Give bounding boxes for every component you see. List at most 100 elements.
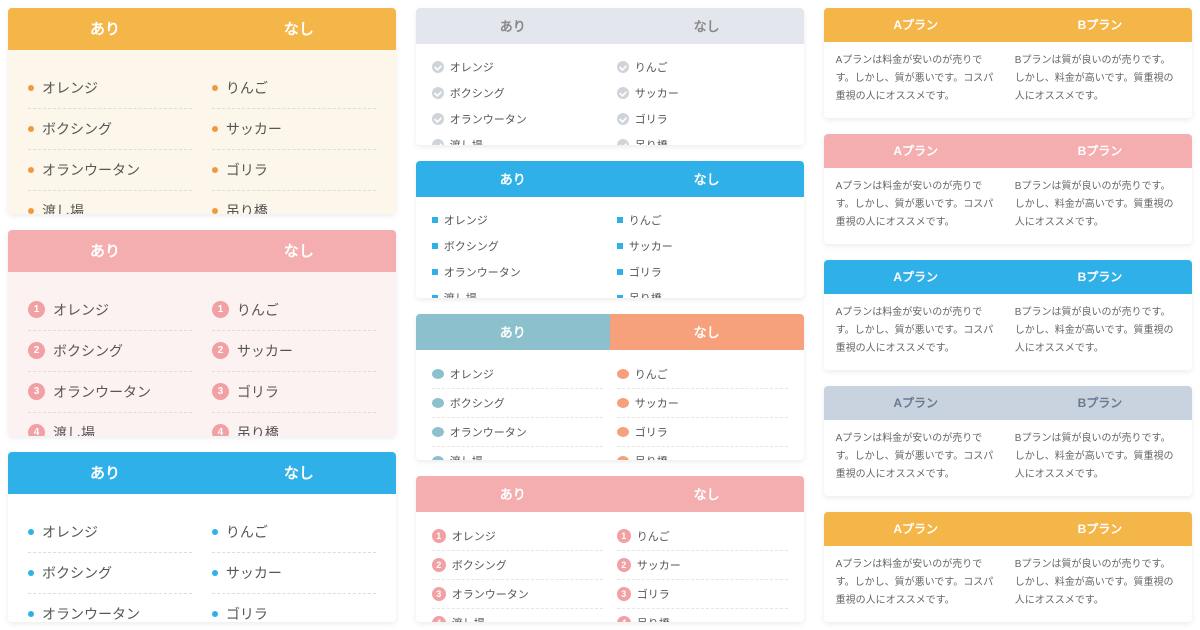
list-item-label: 吊り橋 <box>226 201 268 214</box>
plan-card-bluegray: AプランBプラン Aプランは料金が安いのが売りです。しかし、質が悪いです。コスパ… <box>824 386 1192 496</box>
col-header-ari: あり <box>416 161 610 197</box>
bullet-icon <box>212 85 218 91</box>
bubble-icon <box>432 427 444 437</box>
plan-header-b: Bプラン <box>1008 386 1192 420</box>
number-icon: 4 <box>432 616 446 622</box>
number-icon: 4 <box>212 424 229 435</box>
col-header-ari: あり <box>8 230 202 272</box>
col-header-ari: あり <box>416 8 610 44</box>
list-item-label: 吊り橋 <box>635 137 668 145</box>
list-item-label: オランウータン <box>444 264 521 280</box>
plan-header-a: Aプラン <box>824 260 1008 294</box>
col-header-nashi: なし <box>610 8 804 44</box>
col-header-nashi: なし <box>202 230 396 272</box>
col-header-ari: あり <box>8 8 202 50</box>
plan-text-b: Bプランは質が良いのが売りです。しかし、料金が高いです。質重視の人にオススメです… <box>1015 304 1180 358</box>
bubble-icon <box>617 398 629 408</box>
number-icon: 3 <box>212 383 229 400</box>
list-item-label: サッカー <box>635 85 679 101</box>
plan-header-a: Aプラン <box>824 134 1008 168</box>
list-item-label: サッカー <box>226 563 282 583</box>
list-item-label: オレンジ <box>42 522 98 542</box>
list-card-blue: あり なし オレンジ ボクシング オランウータン りんご サッカー ゴリラ <box>8 452 396 622</box>
plan-text-b: Bプランは質が良いのが売りです。しかし、料金が高いです。質重視の人にオススメです… <box>1015 556 1180 610</box>
square-icon <box>617 269 623 275</box>
plan-text-a: Aプランは料金が安いのが売りです。しかし、質が悪いです。コスパ重視の人にオススメ… <box>836 556 1001 610</box>
number-icon: 3 <box>432 587 446 601</box>
bubble-icon <box>432 456 444 460</box>
col-header-nashi: なし <box>610 314 804 350</box>
bullet-icon <box>28 611 34 617</box>
list-item-label: サッカー <box>637 557 681 573</box>
list-item-label: 渡し場 <box>450 137 483 145</box>
col-header-nashi: なし <box>202 8 396 50</box>
plan-header-b: Bプラン <box>1008 134 1192 168</box>
list-left: オレンジ ボクシング オランウータン 渡し場 <box>432 360 603 460</box>
list-item-label: ゴリラ <box>635 424 668 440</box>
plan-header-b: Bプラン <box>1008 260 1192 294</box>
plan-text-b: Bプランは質が良いのが売りです。しかし、料金が高いです。質重視の人にオススメです… <box>1015 52 1180 106</box>
list-left: オレンジ ボクシング オランウータン 渡し場 <box>28 68 192 214</box>
col-header-nashi: なし <box>202 452 396 494</box>
number-icon: 2 <box>28 342 45 359</box>
list-item-label: りんご <box>226 78 268 98</box>
bullet-icon <box>28 85 34 91</box>
plan-header-a: Aプラン <box>824 8 1008 42</box>
square-icon <box>432 217 438 223</box>
list-item-label: ゴリラ <box>237 382 279 402</box>
list-item-label: 吊り橋 <box>629 290 662 298</box>
list-left: オレンジ ボクシング オランウータン 渡し場 <box>432 54 603 145</box>
list-item-label: ゴリラ <box>629 264 662 280</box>
list-right: りんご サッカー ゴリラ 吊り橋 <box>617 360 788 460</box>
list-item-label: りんご <box>629 212 662 228</box>
square-icon <box>432 269 438 275</box>
plan-text-b: Bプランは質が良いのが売りです。しかし、料金が高いです。質重視の人にオススメです… <box>1015 178 1180 232</box>
list-item-label: りんご <box>237 300 279 320</box>
check-icon <box>432 139 444 145</box>
check-icon <box>432 87 444 99</box>
list-right: 1りんご 2サッカー 3ゴリラ 4吊り橋 <box>212 290 376 436</box>
list-left: オレンジ ボクシング オランウータン <box>28 512 192 622</box>
col-header-ari: あり <box>416 314 610 350</box>
bubble-icon <box>617 456 629 460</box>
list-left: 1オレンジ 2ボクシング 3オランウータン 4渡し場 <box>432 522 603 622</box>
plan-header-a: Aプラン <box>824 386 1008 420</box>
number-icon: 2 <box>212 342 229 359</box>
check-icon <box>617 61 629 73</box>
list-item-label: 吊り橋 <box>635 453 668 460</box>
list-item-label: ゴリラ <box>226 160 268 180</box>
list-item-label: サッカー <box>635 395 679 411</box>
bullet-icon <box>28 529 34 535</box>
plan-header-a: Aプラン <box>824 512 1008 546</box>
list-item-label: オランウータン <box>42 604 140 622</box>
list-item-label: オレンジ <box>53 300 109 320</box>
col-header-ari: あり <box>416 476 610 512</box>
list-item-label: ボクシング <box>53 341 123 361</box>
number-icon: 2 <box>617 558 631 572</box>
square-icon <box>432 295 438 298</box>
bullet-icon <box>212 208 218 214</box>
bullet-icon <box>212 126 218 132</box>
plan-text-a: Aプランは料金が安いのが売りです。しかし、質が悪いです。コスパ重視の人にオススメ… <box>836 430 1001 484</box>
bubble-icon <box>432 398 444 408</box>
bubble-icon <box>617 369 629 379</box>
list-item-label: オレンジ <box>444 212 488 228</box>
list-right: りんご サッカー ゴリラ <box>212 512 376 622</box>
list-item-label: 渡し場 <box>444 290 477 298</box>
list-item-label: サッカー <box>226 119 282 139</box>
check-icon <box>617 139 629 145</box>
square-icon <box>617 217 623 223</box>
number-icon: 4 <box>617 616 631 622</box>
list-right: 1りんご 2サッカー 3ゴリラ 4吊り橋 <box>617 522 788 622</box>
list-item-label: ボクシング <box>42 563 112 583</box>
list-item-label: オレンジ <box>450 59 494 75</box>
bullet-icon <box>28 570 34 576</box>
square-icon <box>432 243 438 249</box>
number-icon: 1 <box>28 301 45 318</box>
list-item-label: ゴリラ <box>635 111 668 127</box>
list-item-label: オレンジ <box>452 528 496 544</box>
check-icon <box>617 87 629 99</box>
plan-text-a: Aプランは料金が安いのが売りです。しかし、質が悪いです。コスパ重視の人にオススメ… <box>836 52 1001 106</box>
list-item-label: りんご <box>226 522 268 542</box>
number-icon: 1 <box>432 529 446 543</box>
